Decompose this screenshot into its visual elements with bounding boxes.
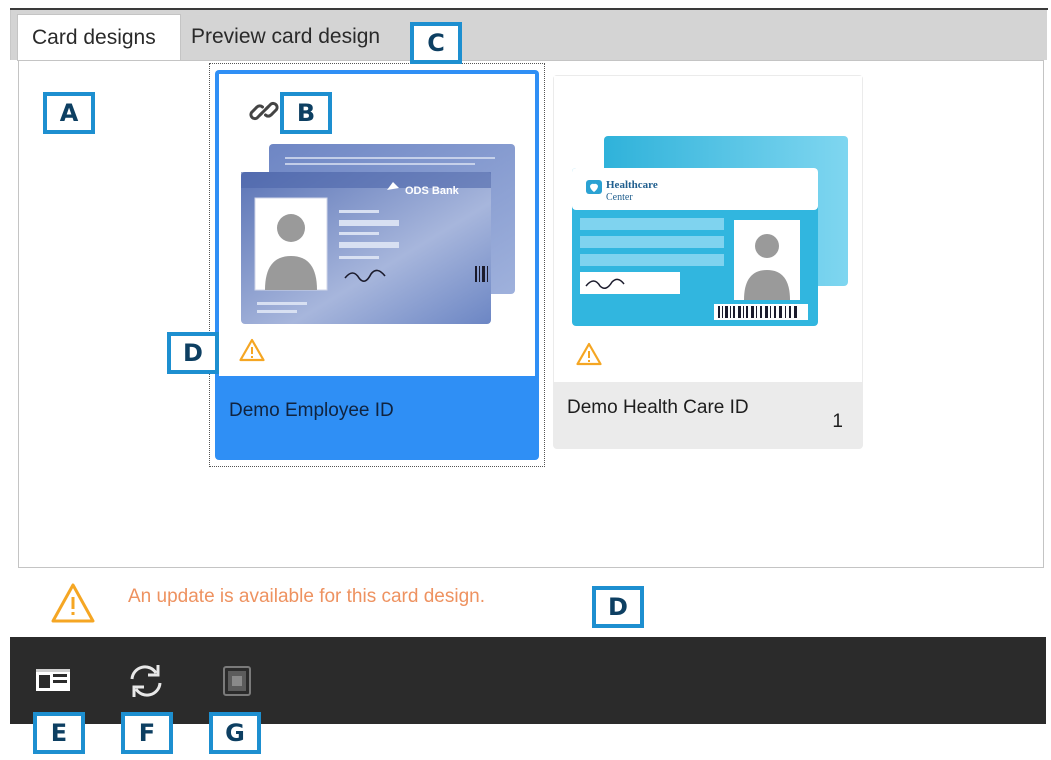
warning-icon bbox=[239, 338, 265, 362]
callout-marker-f: F bbox=[121, 712, 173, 754]
card-design-name: Demo Employee ID bbox=[229, 400, 394, 421]
svg-text:Healthcare: Healthcare bbox=[606, 179, 658, 191]
tab-label: Preview card design bbox=[191, 25, 381, 48]
bottom-toolbar bbox=[10, 637, 1046, 724]
callout-marker-d: D bbox=[592, 586, 644, 628]
card-design-name: Demo Health Care ID bbox=[567, 397, 749, 418]
card-design-tile-health[interactable]: Healthcare Center Demo Health Care ID 1 bbox=[553, 75, 863, 449]
health-care-id-card-image: Healthcare Center bbox=[572, 136, 848, 326]
tab-label: Card designs bbox=[32, 26, 156, 49]
card-thumbnail: Healthcare Center bbox=[554, 76, 862, 382]
tab-card-designs[interactable]: Card designs bbox=[17, 14, 181, 61]
warning-icon bbox=[51, 583, 95, 623]
callout-marker-g: G bbox=[209, 712, 261, 754]
callout-marker-c: C bbox=[410, 22, 462, 64]
tab-preview-card-design[interactable]: Preview card design bbox=[181, 14, 411, 60]
card-chip-icon bbox=[223, 666, 251, 696]
card-design-tile-employee[interactable]: ODS Bank Demo Employee ID bbox=[215, 70, 539, 460]
card-layout-icon bbox=[36, 669, 70, 691]
svg-text:ODS Bank: ODS Bank bbox=[405, 185, 460, 197]
callout-marker-d: D bbox=[167, 332, 219, 374]
card-design-count: 1 bbox=[832, 411, 843, 432]
warning-icon bbox=[576, 342, 602, 366]
callout-marker-b: B bbox=[280, 92, 332, 134]
card-designs-window: Card designs Preview card design ODS Ban… bbox=[10, 8, 1048, 724]
svg-text:Center: Center bbox=[606, 192, 633, 203]
update-notice-text: An update is available for this card des… bbox=[128, 586, 485, 607]
link-icon bbox=[249, 101, 279, 121]
update-notice: An update is available for this card des… bbox=[10, 570, 1046, 636]
refresh-icon bbox=[130, 665, 162, 697]
card-thumbnail: ODS Bank bbox=[219, 74, 535, 376]
card-layout-button[interactable] bbox=[32, 661, 76, 701]
card-chip-button[interactable] bbox=[216, 661, 260, 701]
callout-marker-e: E bbox=[33, 712, 85, 754]
refresh-button[interactable] bbox=[124, 661, 168, 701]
callout-marker-a: A bbox=[43, 92, 95, 134]
employee-id-card-image: ODS Bank bbox=[241, 144, 515, 324]
tab-bar: Card designs Preview card design bbox=[10, 10, 1047, 61]
card-design-gallery: ODS Bank Demo Employee ID Healthcare Cen… bbox=[18, 60, 1044, 568]
